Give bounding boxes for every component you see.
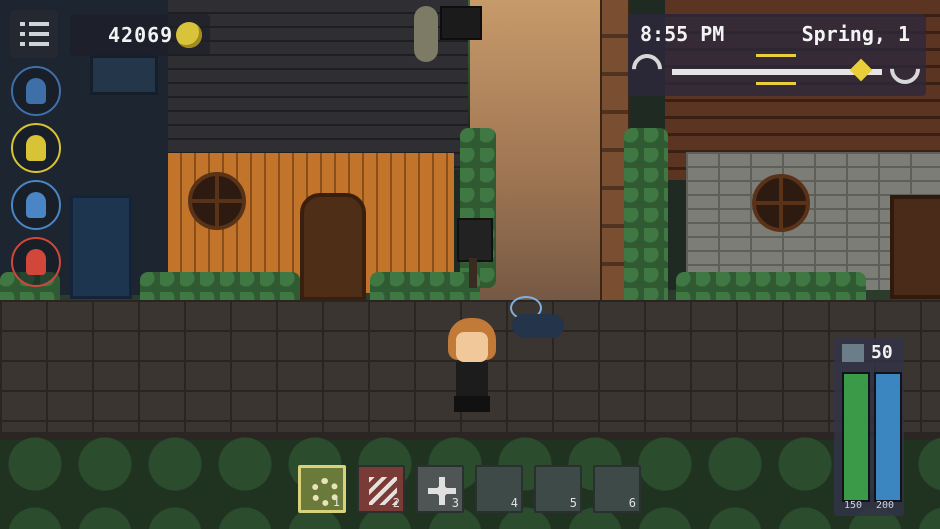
player-character <box>446 318 498 412</box>
hotbar-slot-4[interactable]: 4 <box>475 465 523 513</box>
mailbox[interactable] <box>457 218 493 262</box>
hedge-left <box>460 128 496 288</box>
hotbar-slot-number: 1 <box>332 495 340 509</box>
player-face <box>456 332 488 362</box>
hotbar-slot-number: 6 <box>628 496 636 510</box>
yellow-spirit-icon[interactable] <box>11 123 61 173</box>
hotbar-slot-number: 2 <box>392 496 400 510</box>
menu-list-icon-line <box>19 32 49 36</box>
gold-amount: 42069 <box>108 23 174 47</box>
level-icon <box>842 344 864 362</box>
blue-owl-spirit-icon[interactable] <box>11 180 61 230</box>
stats-panel: 50 150 200 <box>834 338 904 516</box>
sun-mark-icon <box>756 82 796 93</box>
hotbar-slot-5[interactable]: 5 <box>534 465 582 513</box>
energy-bar <box>874 372 902 502</box>
street-lamp <box>440 6 482 40</box>
stone-house-window <box>752 174 810 232</box>
menu-button[interactable] <box>10 10 58 58</box>
hotbar-slot-3[interactable]: 3 <box>416 465 464 513</box>
hedge-right <box>624 128 668 308</box>
health-bar <box>842 372 870 502</box>
yellow-spirit-icon-glyph <box>26 135 46 161</box>
red-spirit-icon-glyph <box>26 249 46 275</box>
blue-spirit-icon[interactable] <box>11 66 61 116</box>
mailbox-post <box>469 258 477 288</box>
blue-spirit-icon-glyph <box>26 78 46 104</box>
hotbar-slot-number: 4 <box>510 496 518 510</box>
energy-bar-fill <box>876 374 900 500</box>
gold-counter: 42069 <box>70 14 210 56</box>
bottom-bushes <box>0 436 940 529</box>
hotbar-slot-1[interactable]: 1 <box>298 465 346 513</box>
stone-house-door[interactable] <box>890 195 940 299</box>
sun-mark-icon <box>756 54 796 65</box>
menu-list-icon-line <box>19 42 49 46</box>
season-day: Spring, 1 <box>801 22 910 46</box>
orange-house-door[interactable] <box>300 193 366 301</box>
health-bar-fill <box>844 374 868 500</box>
pet-body <box>512 314 564 338</box>
hotbar-slot-2[interactable]: 2 <box>357 465 405 513</box>
hotbar-slot-6[interactable]: 6 <box>593 465 641 513</box>
player-legs <box>454 396 490 412</box>
time-panel: 8:55 PM Spring, 1 <box>625 14 927 96</box>
moon-left-icon <box>625 47 669 91</box>
moon-right-icon <box>883 47 927 91</box>
pet-companion[interactable] <box>506 296 566 342</box>
hotbar-slot-number: 5 <box>569 496 577 510</box>
health-value: 150 <box>844 500 863 511</box>
red-spirit-icon[interactable] <box>11 237 61 287</box>
left-house-door[interactable] <box>70 195 132 299</box>
energy-value: 200 <box>876 500 895 511</box>
hanging-cocoon <box>414 6 438 62</box>
player-level: 50 <box>871 342 893 363</box>
menu-list-icon <box>19 22 49 26</box>
blue-owl-spirit-icon-glyph <box>26 192 46 218</box>
day-progress-marker <box>849 58 873 82</box>
left-house-window <box>90 55 158 95</box>
player-body <box>456 362 488 398</box>
clock-time: 8:55 PM <box>640 22 725 46</box>
gold-coin-icon <box>176 22 202 48</box>
orange-house-window <box>188 172 246 230</box>
hotbar-slot-number: 3 <box>451 496 459 510</box>
